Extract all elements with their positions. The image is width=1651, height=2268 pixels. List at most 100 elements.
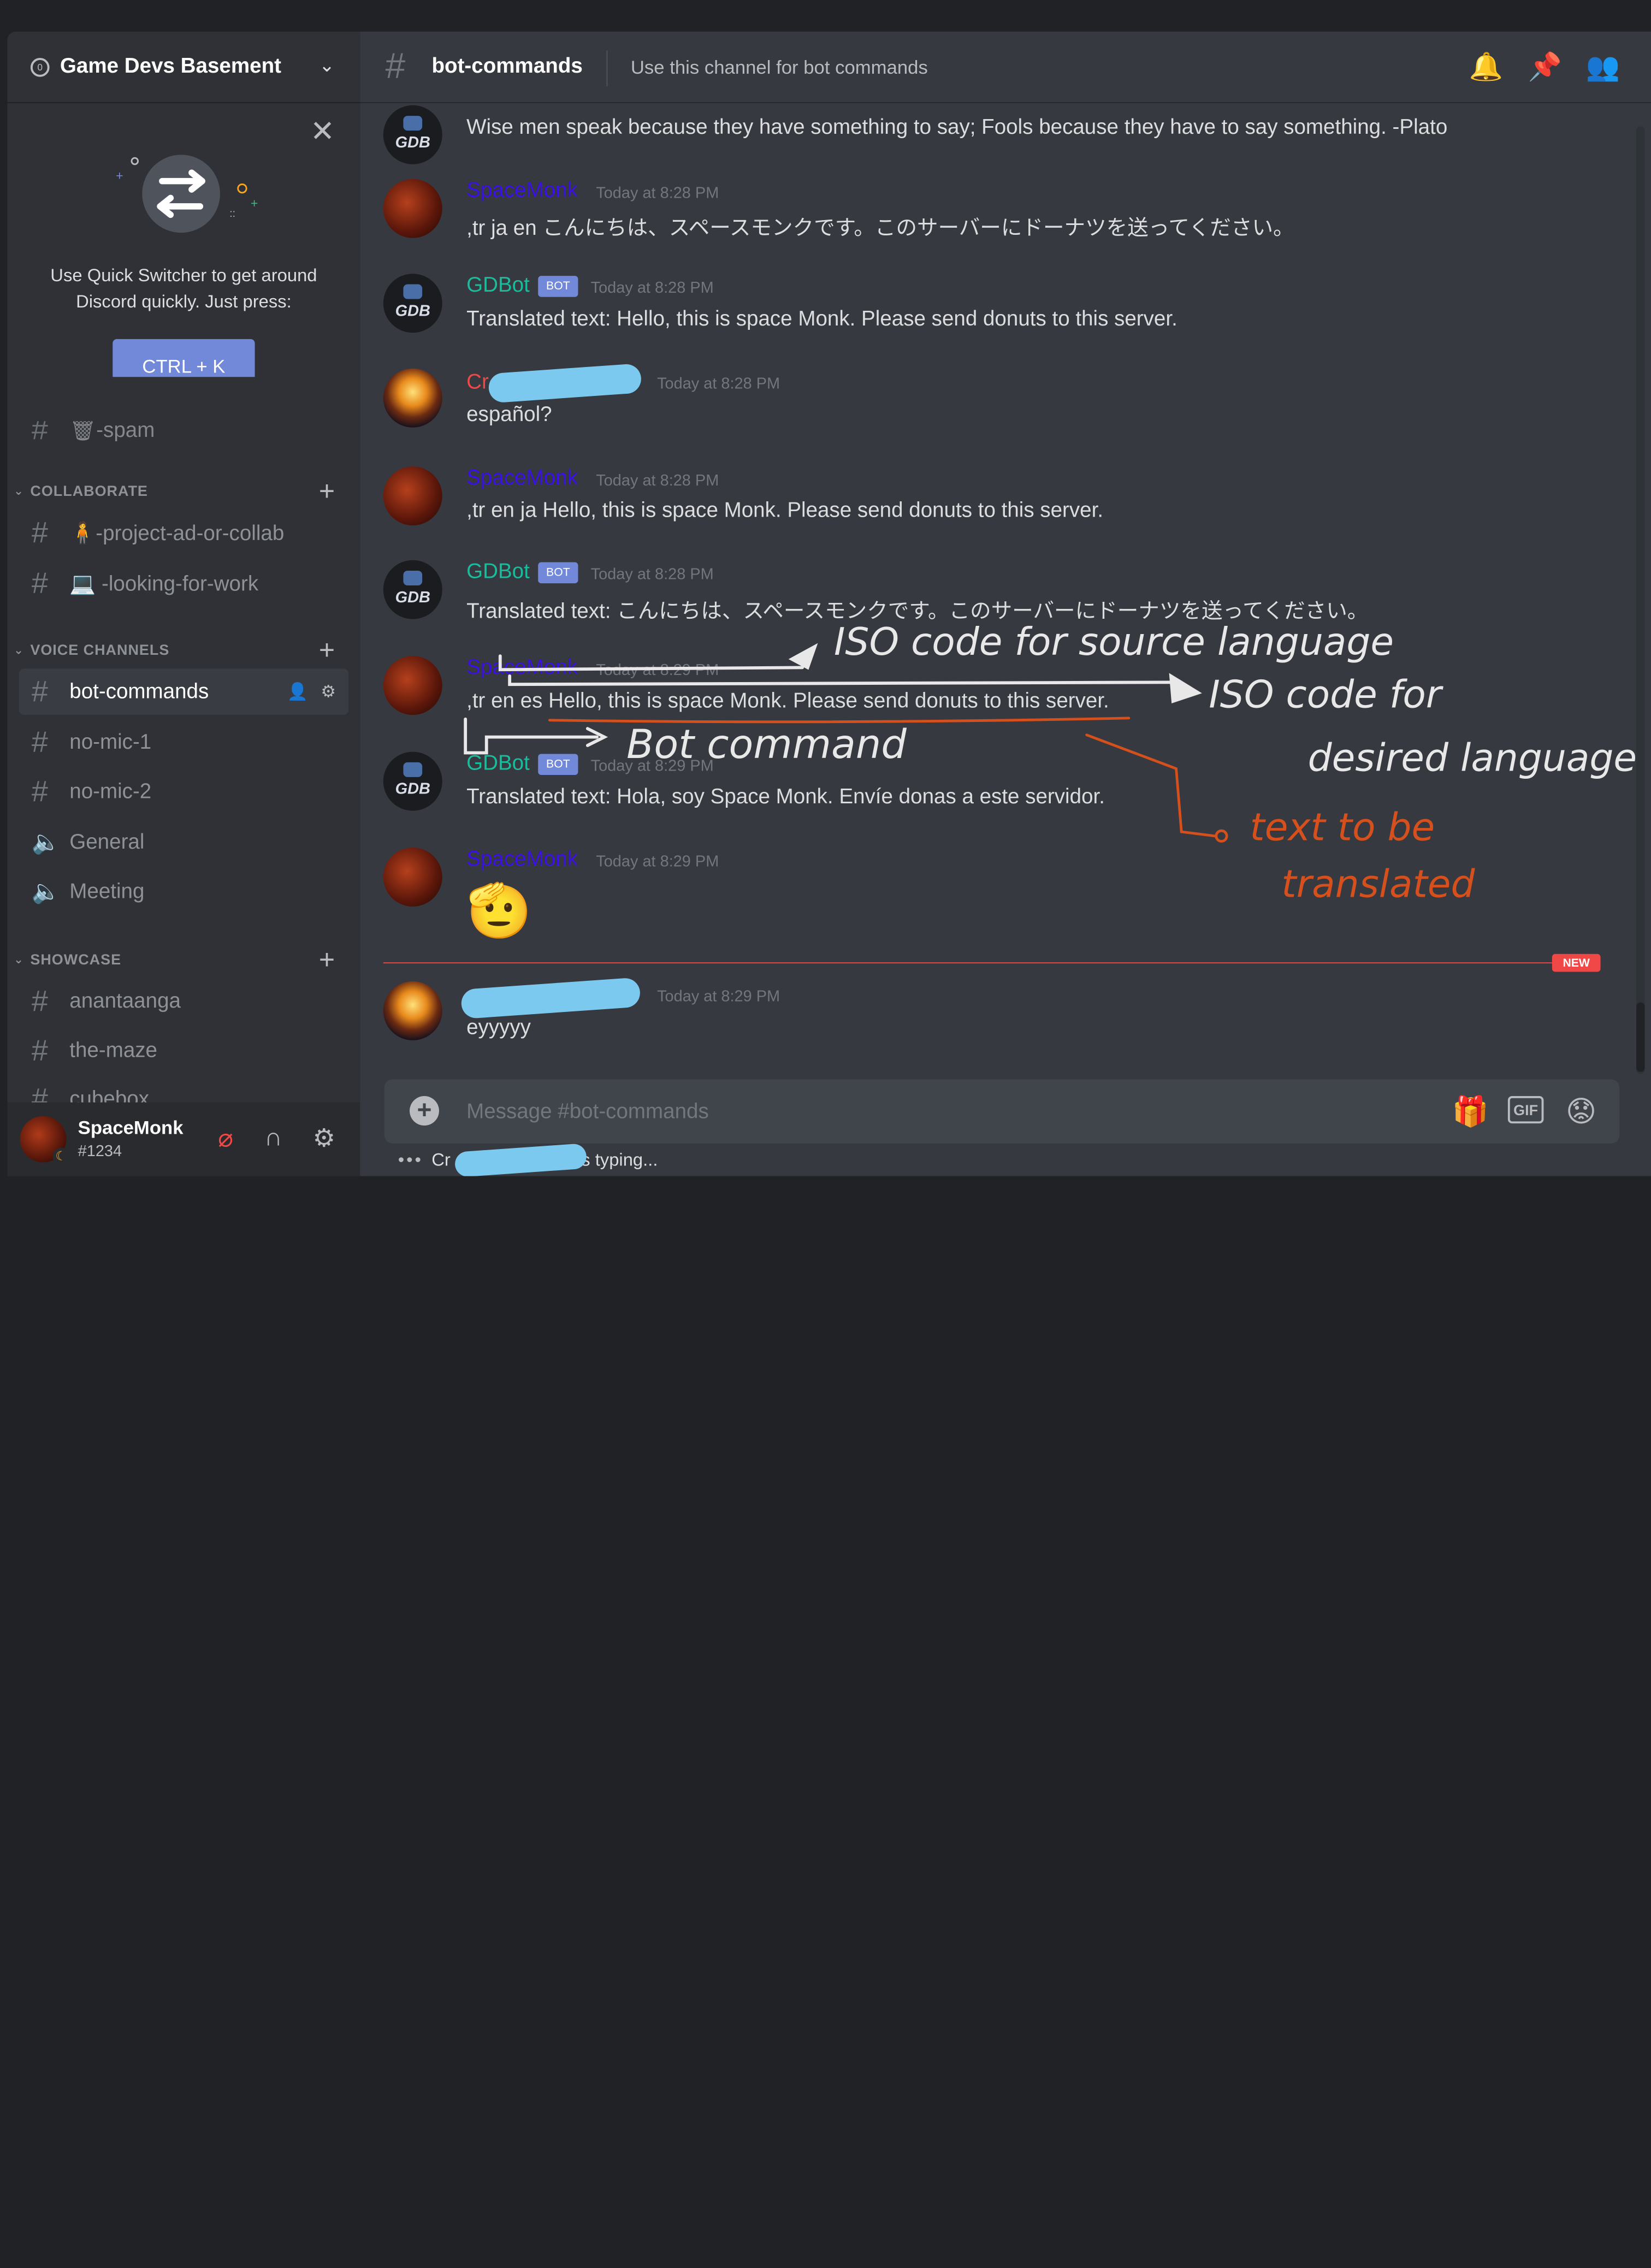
user-settings-gear-icon[interactable]: ⚙ <box>313 1123 335 1154</box>
message-author[interactable]: GDBot <box>466 752 530 776</box>
avatar[interactable]: GDB <box>383 274 442 333</box>
channel-no-mic-2[interactable]: # no-mic-2 <box>19 768 348 815</box>
message-author[interactable]: GDBot <box>466 274 530 298</box>
message-content: ,tr en es Hello, this is space Monk. Ple… <box>466 689 1109 713</box>
channel-the-maze[interactable]: # the-maze <box>19 1028 348 1074</box>
channel-bot-commands[interactable]: # bot-commands 👤 ⚙ <box>19 668 349 715</box>
message-author[interactable]: GDBot <box>466 560 530 584</box>
channel-label: no-mic-1 <box>69 730 152 754</box>
member-list-icon[interactable]: 👥 <box>1586 51 1620 84</box>
invite-icon[interactable]: 👤 <box>287 681 308 702</box>
category-collaborate[interactable]: ⌄ COLLABORATE <box>14 482 148 499</box>
channel-sidebar: 0 Game Devs Basement ⌄ ✕ + + :: Use Quic… <box>7 31 360 1176</box>
message-timestamp: Today at 8:28 PM <box>596 184 719 203</box>
chevron-down-icon: ⌄ <box>14 643 24 657</box>
channel-label: General <box>69 830 145 854</box>
channel-anantaanga[interactable]: # anantaanga <box>19 978 348 1025</box>
message-timestamp: Today at 8:28 PM <box>590 565 714 584</box>
avatar[interactable] <box>383 848 442 907</box>
hash-icon: # <box>31 775 48 808</box>
avatar[interactable]: GDB <box>383 105 442 164</box>
title-strip <box>0 0 1651 32</box>
category-showcase[interactable]: ⌄ SHOWCASE <box>14 951 121 968</box>
username: SpaceMonk <box>78 1117 184 1139</box>
user-panel: ☾ SpaceMonk #1234 ⌀ ∩ ⚙ <box>7 1102 360 1176</box>
message-timestamp: Today at 8:29 PM <box>657 987 780 1006</box>
category-voice-channels[interactable]: ⌄ VOICE CHANNELS <box>14 641 169 658</box>
pin-icon[interactable]: 📌 <box>1528 51 1562 84</box>
channel-topic[interactable]: Use this channel for bot commands <box>631 57 928 79</box>
hash-icon: # <box>385 46 406 87</box>
typing-dots-icon: ••• <box>398 1150 423 1170</box>
close-icon[interactable]: ✕ <box>310 116 335 146</box>
scrollbar-thumb[interactable] <box>1636 1002 1645 1072</box>
message-author[interactable]: Cr <box>466 371 489 395</box>
avatar[interactable] <box>383 368 442 428</box>
scrollbar[interactable] <box>1636 126 1645 1074</box>
channel-header: # bot-commands Use this channel for bot … <box>360 31 1651 103</box>
bot-badge: BOT <box>538 562 578 584</box>
svg-text:+: + <box>251 196 258 210</box>
idle-status-icon: ☾ <box>52 1147 70 1165</box>
channel-project-ad-or-collab[interactable]: # 🧍-project-ad-or-collab <box>19 510 348 556</box>
emoji-message: 🫡 <box>466 881 532 940</box>
avatar[interactable] <box>383 656 442 715</box>
message-timestamp: Today at 8:28 PM <box>596 471 719 490</box>
category-label: SHOWCASE <box>30 950 122 968</box>
message-author[interactable]: SpaceMonk <box>466 466 578 490</box>
speaker-icon: 🔈 <box>31 828 61 855</box>
emoji-picker-icon[interactable]: 😟 <box>1566 1094 1596 1129</box>
hash-icon: # <box>31 566 48 600</box>
server-boost-icon: 0 <box>30 57 50 76</box>
channel-looking-for-work[interactable]: # 💻 -looking-for-work <box>19 560 348 607</box>
headphones-icon[interactable]: ∩ <box>264 1123 282 1153</box>
gear-icon[interactable]: ⚙ <box>321 681 336 702</box>
bell-icon[interactable]: 🔔 <box>1469 51 1503 84</box>
svg-text:::: :: <box>229 208 235 220</box>
message-author[interactable]: SpaceMonk <box>466 848 578 872</box>
add-attachment-icon[interactable]: + <box>409 1096 439 1126</box>
mute-microphone-icon[interactable]: ⌀ <box>218 1123 233 1154</box>
avatar[interactable]: GDB <box>383 751 442 811</box>
chat-area: # bot-commands Use this channel for bot … <box>360 31 1651 1176</box>
gift-icon[interactable]: 🎁 <box>1452 1094 1489 1129</box>
category-label: COLLABORATE <box>30 482 148 499</box>
discord-window: 0 Game Devs Basement ⌄ ✕ + + :: Use Quic… <box>0 0 1651 2268</box>
message-content: ,tr ja en こんにちは、スペースモンクです。このサーバーにドーナツを送っ… <box>466 217 1294 240</box>
channel-title: bot-commands <box>431 55 583 78</box>
svg-text:+: + <box>116 169 123 183</box>
quick-switcher-tip: ✕ + + :: Use Quick Switcher to get aroun… <box>7 104 360 420</box>
channel-no-mic-1[interactable]: # no-mic-1 <box>19 719 348 766</box>
redaction-scribble <box>488 363 642 404</box>
voice-channel-general[interactable]: 🔈 General <box>19 819 348 866</box>
chevron-down-icon[interactable]: ⌄ <box>319 55 335 76</box>
channel-label: anantaanga <box>69 989 181 1012</box>
message-timestamp: Today at 8:29 PM <box>596 852 719 871</box>
category-label: VOICE CHANNELS <box>30 641 170 658</box>
channel-label: Meeting <box>69 879 145 903</box>
message-author[interactable]: SpaceMonk <box>466 179 578 203</box>
add-channel-icon[interactable]: + <box>319 636 335 664</box>
server-header[interactable]: 0 Game Devs Basement ⌄ <box>7 32 360 103</box>
message-author[interactable]: SpaceMonk <box>466 656 578 680</box>
bot-badge: BOT <box>538 754 578 775</box>
voice-channel-meeting[interactable]: 🔈 Meeting <box>19 869 348 915</box>
typing-user-prefix: Cr <box>431 1150 451 1170</box>
hash-icon: # <box>31 1034 48 1067</box>
gif-icon[interactable]: GIF <box>1507 1096 1544 1124</box>
channel-label: bot-commands <box>69 679 209 703</box>
channel-label: 🧍-project-ad-or-collab <box>69 522 285 545</box>
redaction-scribble <box>460 977 641 1020</box>
new-badge: NEW <box>1552 954 1601 972</box>
avatar[interactable]: GDB <box>383 560 442 619</box>
add-channel-icon[interactable]: + <box>319 477 335 504</box>
message-input[interactable] <box>466 1094 1362 1130</box>
channel-actions: 👤 ⚙ <box>287 681 336 702</box>
add-channel-icon[interactable]: + <box>319 945 335 973</box>
avatar[interactable] <box>383 981 442 1040</box>
message-content: Translated text: Hola, soy Space Monk. E… <box>466 785 1105 809</box>
avatar[interactable] <box>383 179 442 238</box>
avatar[interactable] <box>383 466 442 526</box>
message-composer: + 🎁 GIF 😟 <box>384 1079 1620 1144</box>
channel-label: no-mic-2 <box>69 779 152 803</box>
